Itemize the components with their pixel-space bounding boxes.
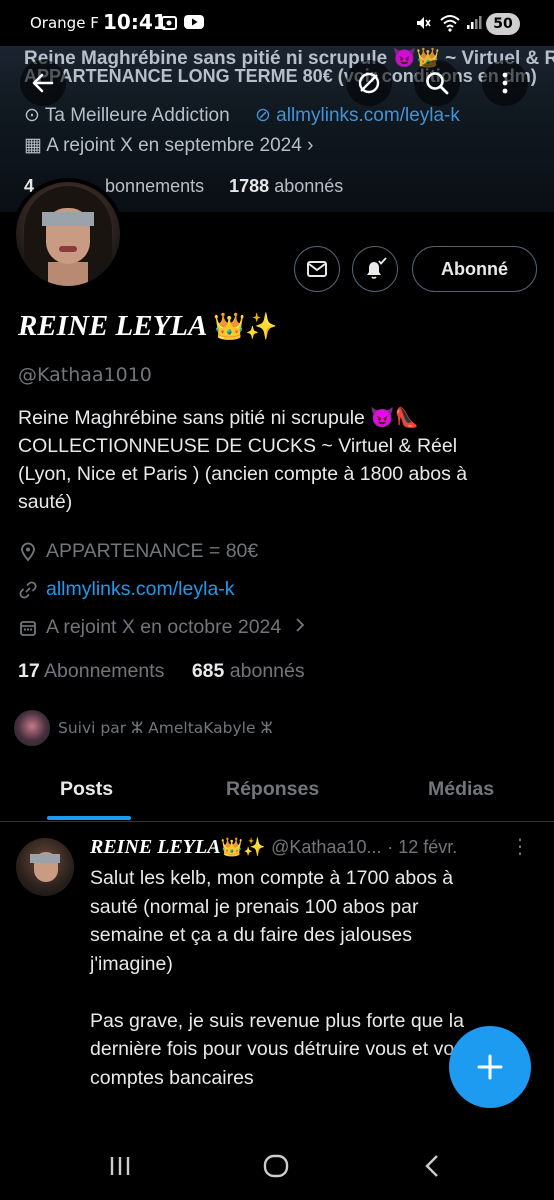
followed-by-row[interactable]: Suivi par ⵣ AmeltaKabyle ⵣ <box>14 710 273 746</box>
tab-media[interactable]: Médias <box>428 778 494 801</box>
post-more-button[interactable]: ⋮ <box>510 834 531 858</box>
location-text: APPARTENANCE = 80€ <box>46 540 259 562</box>
followers-link[interactable]: 685 abonnés <box>192 660 305 682</box>
followers-count: 685 <box>191 660 225 682</box>
recent-apps-button[interactable] <box>100 1150 140 1182</box>
active-tab-indicator <box>47 816 131 820</box>
post-line: semaine et ça a du faire des jalouses <box>90 924 412 946</box>
post-line: j'imagine) <box>90 952 173 975</box>
banner-following-label: bonnements <box>105 176 205 196</box>
more-options-button[interactable] <box>482 60 528 106</box>
banner-followers-count: 1788 <box>229 176 270 196</box>
following-count: 17 <box>18 660 40 682</box>
arrow-left-icon <box>32 73 54 93</box>
post-author-avatar[interactable] <box>16 838 74 896</box>
profile-handle: @Kathaa1010 <box>18 364 152 386</box>
following-link[interactable]: 17 Abonnements <box>18 660 164 682</box>
censor-bar <box>42 212 94 226</box>
plus-icon <box>477 1054 503 1080</box>
signal-icon <box>466 14 482 34</box>
wifi-icon <box>440 14 460 36</box>
bell-check-icon <box>367 257 387 279</box>
grok-icon <box>358 72 380 94</box>
compose-button[interactable] <box>449 1026 531 1108</box>
censor-bar <box>30 854 60 863</box>
chevron-left-icon <box>425 1155 438 1177</box>
screenshot-icon <box>160 14 178 36</box>
profile-website[interactable]: allmylinks.com/leyla-k <box>18 578 235 601</box>
more-vertical-icon <box>502 72 508 94</box>
message-button[interactable] <box>294 246 340 292</box>
followers-label: abonnés <box>229 660 305 682</box>
profile-joined[interactable]: A rejoint X en octobre 2024 <box>18 616 305 639</box>
following-button[interactable]: Abonné <box>412 246 537 292</box>
avatar-photo <box>16 182 120 286</box>
home-button[interactable] <box>256 1150 296 1182</box>
recent-apps-icon <box>110 1157 130 1175</box>
following-label: Abonnements <box>44 660 165 682</box>
battery-indicator: 50 <box>486 13 520 35</box>
clock: 10:41 <box>103 10 167 34</box>
system-nav-bar <box>0 1130 554 1200</box>
link-icon: ⊘ <box>254 105 277 126</box>
banner-location: Ta Meilleure Addiction <box>44 105 230 126</box>
follower-avatar <box>14 710 50 746</box>
back-button[interactable] <box>20 60 66 106</box>
post-header: REINE LEYLA👑✨ @Kathaa10... · 12 févr. <box>90 836 457 859</box>
tab-replies[interactable]: Réponses <box>226 778 319 801</box>
location-pin-icon <box>18 542 38 562</box>
followed-by-text: Suivi par ⵣ AmeltaKabyle ⵣ <box>58 719 273 737</box>
banner-joined-row: ▦ A rejoint X en septembre 2024 › <box>24 134 313 157</box>
status-bar: Orange F 10:41 50 <box>0 0 554 46</box>
banner-link: ⊘ allmylinks.com/leyla-k <box>255 105 460 126</box>
banner-joined: A rejoint X en septembre 2024 <box>46 135 302 156</box>
calendar-icon <box>18 619 38 637</box>
banner-followers-label: abonnés <box>274 176 344 196</box>
search-icon <box>426 72 449 95</box>
home-icon <box>263 1154 289 1178</box>
post-line: sauté (normal je prenais 100 abos par <box>90 895 419 918</box>
chevron-right-icon: › <box>307 135 314 156</box>
display-name-text: REINE LEYLA <box>18 310 206 342</box>
display-name: REINE LEYLA 👑✨ <box>18 310 278 343</box>
joined-text: A rejoint X en octobre 2024 <box>46 616 282 638</box>
profile-avatar[interactable] <box>12 178 124 290</box>
mute-icon <box>414 14 432 36</box>
post-line: Salut les kelb, mon compte à 1700 abos à <box>90 867 454 889</box>
profile-bio: Reine Maghrébine sans pitié ni scrupule … <box>18 404 538 516</box>
banner-link-text: allmylinks.com/leyla-k <box>276 105 460 126</box>
notifications-button[interactable] <box>352 246 398 292</box>
profile-tabs: Posts Réponses Médias <box>0 762 554 822</box>
calendar-icon: ▦ <box>24 135 47 156</box>
link-icon <box>18 580 38 600</box>
carrier-label: Orange F <box>30 14 99 32</box>
tab-posts[interactable]: Posts <box>60 778 113 801</box>
post-line <box>90 978 530 1007</box>
chevron-right-icon <box>295 616 305 639</box>
post-author-emoji: 👑✨ <box>220 837 266 858</box>
post-line: Pas grave, je suis revenue plus forte qu… <box>90 1009 464 1032</box>
bio-line: COLLECTIONNEUSE DE CUCKS ~ Virtuel & Rée… <box>18 435 458 457</box>
name-emoji: 👑✨ <box>213 312 278 341</box>
grok-button[interactable] <box>346 60 392 106</box>
banner-location-row: ⊙ Ta Meilleure Addiction ⊘ allmylinks.co… <box>24 104 460 127</box>
envelope-icon <box>307 261 327 277</box>
youtube-icon <box>184 14 204 34</box>
bio-line: (Lyon, Nice et Paris ) (ancien compte à … <box>18 463 468 485</box>
profile-location: APPARTENANCE = 80€ <box>18 540 258 563</box>
post-author-name[interactable]: REINE LEYLA <box>90 836 221 858</box>
search-button[interactable] <box>414 60 460 106</box>
back-nav-button[interactable] <box>412 1150 452 1182</box>
location-pin-icon: ⊙ <box>24 105 45 126</box>
post-date: · 12 févr. <box>387 837 458 857</box>
bio-line: sauté) <box>18 491 73 513</box>
follow-counts: 17 Abonnements 685 abonnés <box>18 660 305 683</box>
bio-line: Reine Maghrébine sans pitié ni scrupule … <box>18 407 419 429</box>
website-link[interactable]: allmylinks.com/leyla-k <box>46 578 235 601</box>
post-author-handle: @Kathaa10... <box>271 837 382 857</box>
